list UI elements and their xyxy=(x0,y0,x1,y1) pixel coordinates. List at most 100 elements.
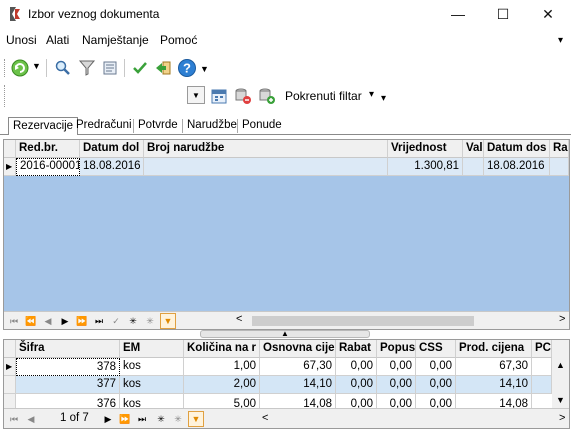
cell-sifra[interactable]: 377 xyxy=(16,376,120,394)
check-icon[interactable] xyxy=(131,59,149,77)
cell-prod-cijena[interactable]: 14,10 xyxy=(456,376,532,394)
col-red-br[interactable]: Red.br. xyxy=(16,140,80,158)
db-remove-icon[interactable] xyxy=(234,87,252,105)
cell-vrijednost[interactable]: 1.300,81 xyxy=(388,158,463,176)
menu-overflow-icon[interactable]: ▾ xyxy=(558,35,563,46)
run-filter-button[interactable]: Pokrenuti filtar xyxy=(285,89,362,103)
cell-datum-dos[interactable]: 18.08.2016 xyxy=(484,158,550,176)
cell-osnovna-cijena[interactable]: 67,30 xyxy=(260,358,336,376)
tab-ponude[interactable]: Ponude xyxy=(238,117,286,135)
cell-sifra[interactable]: 378 xyxy=(16,358,120,376)
filter-icon[interactable]: ▼ xyxy=(160,313,176,329)
documents-grid: Red.br. Datum dol Broj narudžbe Vrijedno… xyxy=(3,139,570,330)
next-record-icon[interactable]: ▶ xyxy=(100,411,116,427)
col-datum-dos[interactable]: Datum dos xyxy=(484,140,550,158)
run-filter-dropdown-icon[interactable]: ▾ xyxy=(369,89,374,100)
tab-potvrde[interactable]: Potvrde xyxy=(134,117,182,135)
asterisk-icon[interactable]: ✳ xyxy=(153,411,169,427)
filter-icon[interactable]: ▼ xyxy=(188,411,204,427)
prev-record-icon: ◀ xyxy=(44,315,52,326)
col-css[interactable]: CSS xyxy=(416,340,456,358)
cell-css[interactable]: 0,00 xyxy=(416,358,456,376)
col-kolicina[interactable]: Količina na r xyxy=(184,340,260,358)
pager-label: 1 of 7 xyxy=(60,412,89,424)
help-dropdown-icon[interactable]: ▼ xyxy=(200,64,209,74)
col-val[interactable]: Val xyxy=(463,140,484,158)
clear-icon: ✳ xyxy=(146,315,154,326)
cell-pc[interactable] xyxy=(532,376,552,394)
horizontal-scroll-thumb[interactable] xyxy=(252,316,474,326)
top-grid-navigator: ⏮ ⏪ ◀ ▶ ⏩ ⏭ ✓ ✳ ✳ ▼ < > xyxy=(4,311,569,329)
cell-pc[interactable] xyxy=(532,358,552,376)
import-icon[interactable] xyxy=(154,59,172,77)
minimize-button[interactable]: — xyxy=(435,0,481,28)
menu-unosi[interactable]: Unosi xyxy=(6,33,37,47)
cell-em[interactable]: kos xyxy=(120,358,184,376)
scroll-up-icon[interactable]: ▲ xyxy=(556,360,565,370)
scroll-left-icon[interactable]: < xyxy=(236,313,242,325)
scroll-right-icon[interactable]: > xyxy=(559,412,565,424)
menu-namjestanje[interactable]: Namještanje xyxy=(82,33,149,47)
cell-ra[interactable] xyxy=(550,158,569,176)
toolbar-overflow-icon[interactable]: ▾ xyxy=(381,93,386,104)
col-pc[interactable]: PC xyxy=(532,340,552,358)
calendar-icon[interactable] xyxy=(210,87,228,105)
cell-popust[interactable]: 0,00 xyxy=(377,358,416,376)
cell-datum-dol[interactable]: 18.08.2016 xyxy=(80,158,144,176)
splitter-handle[interactable]: ▲ xyxy=(200,330,370,338)
cell-broj-narudzbe[interactable] xyxy=(144,158,388,176)
col-prod-cijena[interactable]: Prod. cijena xyxy=(456,340,532,358)
cell-rabat[interactable]: 0,00 xyxy=(336,376,377,394)
vertical-scrollbar[interactable]: ▲ ▼ xyxy=(552,358,569,408)
main-toolbar: ▼ ? ▼ xyxy=(0,55,571,81)
bottom-grid-navigator: ⏮ ◀ 1 of 7 ▶ ⏩ ⏭ ✳ ✳ ▼ < > xyxy=(4,408,569,428)
maximize-button[interactable]: ☐ xyxy=(480,0,526,28)
col-broj-narudzbe[interactable]: Broj narudžbe xyxy=(144,140,388,158)
menu-pomoc[interactable]: Pomoć xyxy=(160,33,197,47)
scroll-left-icon[interactable]: < xyxy=(262,412,268,424)
window-title: Izbor veznog dokumenta xyxy=(28,7,160,21)
next-page-icon[interactable]: ⏩ xyxy=(117,411,133,427)
close-button[interactable]: ✕ xyxy=(525,0,571,28)
col-rabat[interactable]: Rabat xyxy=(336,340,377,358)
help-icon[interactable]: ? xyxy=(177,58,197,78)
col-ra[interactable]: Ra xyxy=(550,140,569,158)
cell-kolicina[interactable]: 1,00 xyxy=(184,358,260,376)
next-record-icon[interactable]: ▶ xyxy=(57,313,73,329)
funnel-icon[interactable] xyxy=(78,59,96,77)
menu-alati[interactable]: Alati xyxy=(46,33,69,47)
clear-icon: ✳ xyxy=(174,413,182,424)
col-osnovna-cijena[interactable]: Osnovna cije xyxy=(260,340,336,358)
refresh-dropdown-icon[interactable]: ▼ xyxy=(32,61,41,71)
cell-osnovna-cijena[interactable]: 14,10 xyxy=(260,376,336,394)
filter-dropdown-button[interactable]: ▼ xyxy=(187,86,205,104)
col-vrijednost[interactable]: Vrijednost xyxy=(388,140,463,158)
scroll-right-icon[interactable]: > xyxy=(559,313,565,325)
cell-css[interactable]: 0,00 xyxy=(416,376,456,394)
asterisk-icon[interactable]: ✳ xyxy=(125,313,141,329)
cell-val[interactable] xyxy=(463,158,484,176)
toolbar-separator xyxy=(46,59,47,77)
scroll-down-icon[interactable]: ▼ xyxy=(556,395,565,405)
tab-narudzbe[interactable]: Narudžbe xyxy=(183,117,241,135)
cell-popust[interactable]: 0,00 xyxy=(377,376,416,394)
search-icon[interactable] xyxy=(54,59,72,77)
tab-predracuni[interactable]: Predračuni xyxy=(72,117,136,135)
refresh-icon[interactable] xyxy=(11,59,29,77)
cell-rabat[interactable]: 0,00 xyxy=(336,358,377,376)
cell-prod-cijena[interactable]: 67,30 xyxy=(456,358,532,376)
cell-red-br[interactable]: 2016-00001 xyxy=(16,158,80,176)
last-page-icon[interactable]: ⏭ xyxy=(134,411,150,427)
col-datum-dol[interactable]: Datum dol xyxy=(80,140,144,158)
col-em[interactable]: EM xyxy=(120,340,184,358)
last-page-icon[interactable]: ⏭ xyxy=(91,313,107,329)
edit-filter-icon[interactable] xyxy=(102,59,120,77)
cell-kolicina[interactable]: 2,00 xyxy=(184,376,260,394)
col-sifra[interactable]: Šifra xyxy=(16,340,120,358)
row-indicator-header xyxy=(4,140,16,158)
cell-em[interactable]: kos xyxy=(120,376,184,394)
col-popust[interactable]: Popus xyxy=(377,340,416,358)
db-add-icon[interactable] xyxy=(258,87,276,105)
next-page-icon[interactable]: ⏩ xyxy=(74,313,90,329)
tab-rezervacije[interactable]: Rezervacije xyxy=(8,117,79,135)
